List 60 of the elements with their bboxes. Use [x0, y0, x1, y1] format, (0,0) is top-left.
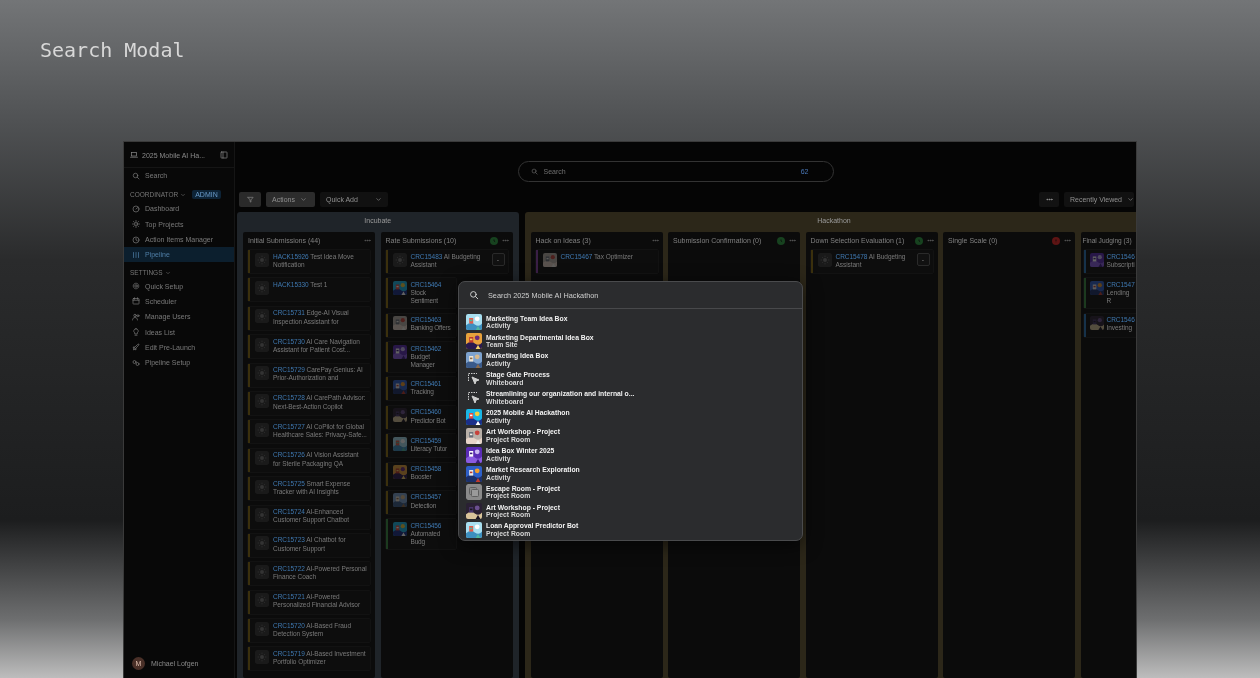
- lightbulb-icon: [132, 328, 140, 336]
- chevron-icon: [299, 196, 307, 203]
- copy-icon: [466, 484, 482, 501]
- clock-icon: [132, 235, 140, 244]
- chevron-icon: [164, 270, 171, 276]
- more-button[interactable]: [926, 237, 934, 244]
- clock-icon: [489, 236, 498, 245]
- columns-icon: [132, 250, 140, 259]
- filter-button[interactable]: [239, 192, 261, 207]
- cursor-icon: [466, 390, 482, 406]
- clock-icon: [777, 236, 785, 245]
- sun-icon: [255, 593, 269, 608]
- sun-icon: [392, 252, 407, 267]
- sun-icon: [255, 564, 269, 579]
- more-icon: [1064, 237, 1071, 244]
- sun-icon: [255, 508, 269, 522]
- more-icon: [501, 237, 509, 244]
- sun-icon: [255, 621, 269, 636]
- more-button[interactable]: [501, 237, 509, 244]
- more-button[interactable]: [789, 237, 796, 244]
- sidebar-toggle-icon: [220, 151, 228, 159]
- sun-icon: [255, 649, 269, 664]
- chevron-icon: [1127, 196, 1134, 203]
- more-icon: [926, 237, 934, 244]
- users-icon: [132, 312, 140, 321]
- sun-icon: [255, 422, 269, 437]
- sun-icon: [255, 337, 269, 352]
- more-button[interactable]: [651, 237, 659, 244]
- sun-icon: [817, 252, 832, 267]
- page-title: Search Modal: [39, 37, 185, 64]
- more-icon: [789, 237, 796, 244]
- dashboard-icon: [132, 204, 140, 213]
- sun-icon: [255, 479, 269, 494]
- more-icon: [364, 237, 371, 244]
- sun-icon: [255, 280, 269, 295]
- sun-icon: [255, 451, 269, 466]
- calendar-icon: [132, 297, 140, 306]
- sun-icon: [255, 366, 269, 381]
- chevron-icon: [180, 191, 187, 198]
- filter-icon: [246, 196, 254, 203]
- more-icon: [651, 237, 659, 244]
- more-button[interactable]: [1039, 192, 1059, 207]
- search-icon: [469, 290, 479, 300]
- search-icon: [132, 171, 140, 180]
- rocket-icon: [132, 343, 140, 352]
- sun-icon: [255, 309, 269, 324]
- sun-icon: [255, 252, 269, 267]
- more-button[interactable]: [364, 237, 371, 244]
- more-icon: [1045, 196, 1053, 203]
- laptop-icon: [130, 151, 138, 159]
- sun-icon: [132, 220, 140, 229]
- clock-icon: [914, 236, 923, 245]
- gear-icon: [132, 282, 140, 291]
- search-icon: [530, 168, 538, 175]
- chevron-icon: [375, 196, 382, 203]
- alert-icon: [1052, 236, 1060, 245]
- link-icon: [132, 358, 140, 367]
- sun-icon: [255, 536, 269, 551]
- sun-icon: [255, 394, 269, 409]
- more-button[interactable]: [1064, 237, 1071, 244]
